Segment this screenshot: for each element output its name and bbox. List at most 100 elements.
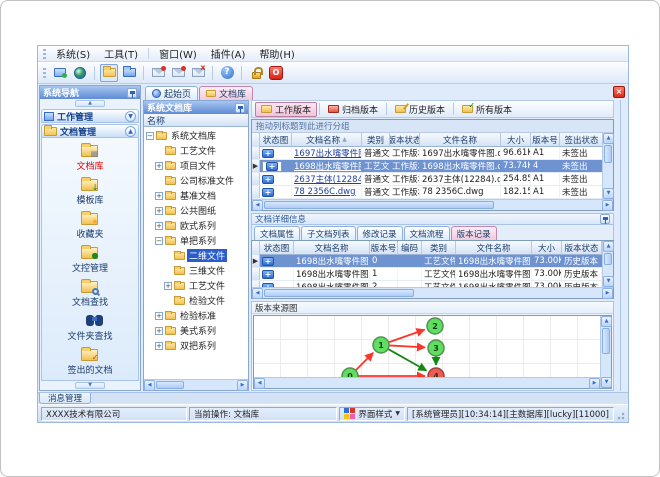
scroll-thumb[interactable] [156, 381, 184, 389]
tree-node[interactable]: 工艺文件 [144, 143, 248, 158]
menubar-grip[interactable] [43, 48, 46, 59]
detail-tab-文档流程[interactable]: 文档流程 [403, 226, 450, 240]
detail-tab-修改记录[interactable]: 修改记录 [356, 226, 403, 240]
detail-tab-子文档列表[interactable]: 子文档列表 [301, 226, 356, 240]
scroll-down-icon[interactable]: ▼ [603, 188, 614, 199]
tree-node[interactable]: 公司标准文件 [144, 173, 248, 188]
pushpin-icon[interactable] [235, 102, 245, 113]
version-node-4[interactable]: 4 [427, 367, 445, 377]
tree-node[interactable]: − 系统文档库 [144, 128, 248, 143]
close-icon[interactable]: × [613, 86, 625, 98]
tree-node[interactable]: 二维文件 [144, 248, 248, 263]
column-header-文件名称[interactable]: 文件名称 [456, 241, 532, 255]
interface-style-dropdown[interactable]: 界面样式 ▼ [339, 406, 406, 421]
expand-icon[interactable]: + [155, 326, 163, 335]
chevron-down-icon[interactable]: ▼ [125, 110, 136, 122]
table-row[interactable]: 78 2356C.dwg普通文档工作版本78 2356C.dwg182.15KB… [252, 186, 602, 199]
table-row[interactable]: 2637主体(12284).dwg普通文档工作版本2637主体(12284).d… [252, 173, 602, 186]
scroll-thumb[interactable] [264, 201, 494, 209]
pushpin-icon[interactable] [127, 87, 137, 98]
scroll-left-icon[interactable]: ◀ [252, 288, 263, 299]
sidebar-item-文档查找[interactable]: 文档查找 [72, 278, 108, 308]
graph-vertical-scrollbar[interactable]: ▲ ▼ [600, 316, 612, 388]
graph-horizontal-scrollbar[interactable]: ◀ ▶ [254, 377, 600, 389]
menu-item[interactable]: 窗口(W) [152, 45, 204, 62]
version-button-所有版本[interactable]: 所有版本 [456, 101, 518, 117]
scroll-thumb[interactable] [604, 253, 612, 265]
toolbar-button[interactable] [120, 64, 138, 82]
scroll-up-icon[interactable]: ▲ [603, 133, 614, 144]
menu-item[interactable]: 系统(S) [49, 45, 97, 62]
scroll-right-icon[interactable]: ▶ [237, 380, 248, 391]
chevron-up-icon[interactable]: ▲ [75, 100, 105, 107]
table-row[interactable]: 1698出水嘴零件图.dwg1工艺文件1698出水嘴零件图.dwg73.00KB… [252, 268, 602, 281]
version-button-历史版本[interactable]: 历史版本 [389, 102, 451, 117]
menu-item[interactable]: 帮助(H) [252, 45, 301, 62]
sidebar-group-work[interactable]: 工作管理 ▼ [41, 109, 139, 123]
tree-node[interactable]: + 双把系列 [144, 338, 248, 353]
scroll-right-icon[interactable]: ▶ [602, 200, 613, 211]
version-node-1[interactable]: 1 [372, 336, 390, 354]
column-header-版本状态[interactable]: 版本状态 [390, 133, 420, 147]
scroll-left-icon[interactable]: ◀ [254, 378, 265, 389]
scroll-left-icon[interactable]: ◀ [144, 380, 155, 391]
version-node-2[interactable]: 2 [426, 317, 444, 335]
column-header-文档名称[interactable]: 文档名称 ▲ [292, 133, 362, 147]
toolbar-button[interactable] [189, 63, 207, 82]
sidebar-group-document[interactable]: 文档管理 ▲ [41, 124, 139, 138]
toolbar-button[interactable] [169, 64, 187, 82]
tree-node[interactable]: + 工艺文件 [144, 278, 248, 293]
toolbar-button[interactable] [149, 64, 167, 82]
expand-icon[interactable]: + [155, 191, 163, 200]
expand-icon[interactable]: + [155, 341, 163, 350]
column-header-状态图[interactable]: 状态图 [260, 241, 294, 255]
toolbar-button[interactable] [71, 64, 89, 82]
detail-tab-版本记录[interactable]: 版本记录 [450, 226, 497, 240]
expand-icon[interactable]: + [155, 311, 163, 320]
tree-node[interactable]: + 欧式系列 [144, 218, 248, 233]
toolbar-button[interactable] [100, 63, 118, 82]
sidebar-item-文件夹查找[interactable]: 文件夹查找 [67, 313, 113, 342]
sidebar-item-文控管理[interactable]: ● 文控管理 [72, 244, 108, 274]
tree-node[interactable]: 三维文件 [144, 263, 248, 278]
toolbar-grip[interactable] [43, 67, 46, 78]
table-row[interactable]: ▶1698出水嘴零件图.dwg0工艺文件1698出水嘴零件图.dwg73.00K… [252, 255, 602, 268]
column-header-版本状态[interactable]: 版本状态 [562, 241, 602, 255]
version-node-3[interactable]: 3 [427, 339, 445, 357]
tree-node[interactable]: + 检验标准 [144, 308, 248, 323]
scroll-down-icon[interactable]: ▼ [603, 276, 614, 287]
tree-node[interactable]: + 基准文档 [144, 188, 248, 203]
chevron-down-icon[interactable]: ▼ [75, 382, 105, 389]
collapse-icon[interactable]: − [146, 131, 154, 140]
detail-grid-vertical-scrollbar[interactable]: ▲ ▼ [602, 241, 614, 287]
sidebar-item-签出的文档[interactable]: ✓ 签出的文档 [67, 346, 113, 376]
chevron-up-icon[interactable]: ▲ [125, 125, 136, 137]
tab-起始页[interactable]: 起始页 [145, 86, 199, 100]
toolbar-button[interactable]: O [267, 64, 285, 82]
column-header-版本号[interactable]: 版本号 [531, 133, 560, 147]
scroll-right-icon[interactable]: ▶ [602, 288, 613, 299]
scroll-thumb[interactable] [264, 289, 414, 297]
sidebar-item-收藏夹[interactable]: ★ 收藏夹 [76, 210, 104, 240]
toolbar-button[interactable] [51, 64, 69, 82]
table-row[interactable]: 1697出水嘴零件图.dwg普通文档工作版本1697出水嘴零件图.dwg96.6… [252, 147, 602, 160]
menu-item[interactable]: 工具(T) [97, 45, 145, 62]
resize-grip[interactable] [616, 411, 625, 420]
column-header-状态图[interactable]: 状态图 [260, 133, 292, 147]
menu-item[interactable]: 插件(A) [204, 45, 253, 62]
scroll-right-icon[interactable]: ▶ [589, 378, 600, 389]
group-by-hint[interactable]: 拖动列标题到此进行分组 [252, 120, 613, 133]
detail-tab-文档属性[interactable]: 文档属性 [254, 226, 301, 240]
column-header-类别[interactable]: 类别 [422, 241, 456, 255]
column-header-类别[interactable]: 类别 [362, 133, 390, 147]
detail-grid-horizontal-scrollbar[interactable]: ◀ ▶ [252, 287, 613, 299]
column-header-大小[interactable]: 大小 [532, 241, 562, 255]
scroll-down-icon[interactable]: ▼ [601, 377, 612, 388]
sidebar-item-模板库[interactable]: ↓ 模板库 [76, 176, 104, 206]
expand-icon[interactable]: + [155, 161, 163, 170]
scroll-up-icon[interactable]: ▲ [603, 241, 614, 252]
main-grid-horizontal-scrollbar[interactable]: ◀ ▶ [252, 199, 613, 211]
tab-文档库[interactable]: 文档库 [199, 86, 254, 100]
scroll-left-icon[interactable]: ◀ [252, 200, 263, 211]
scroll-thumb[interactable] [604, 145, 612, 163]
